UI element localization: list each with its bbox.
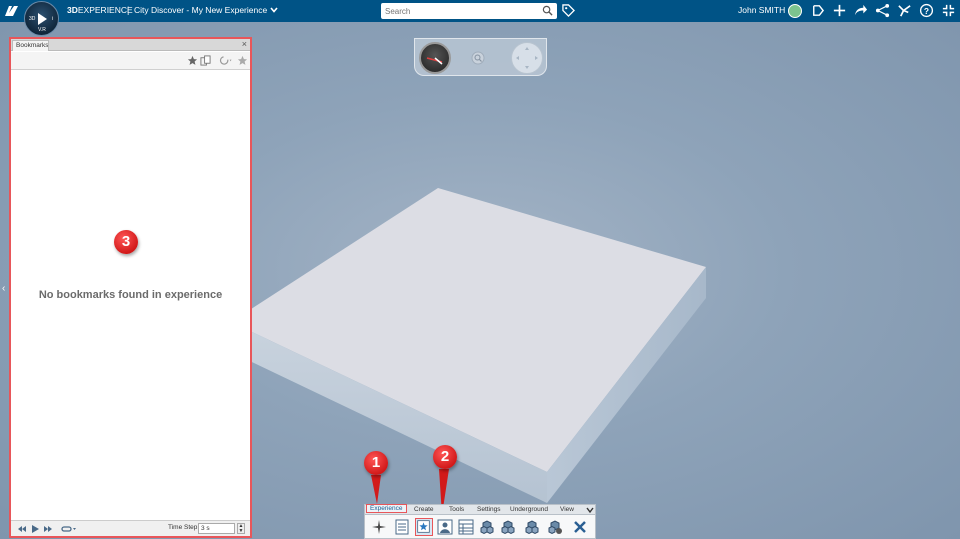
tab-experience[interactable]: Experience — [366, 504, 407, 513]
slab-top-face — [231, 188, 706, 472]
play-button-icon[interactable] — [30, 524, 40, 534]
tab-view[interactable]: View — [560, 506, 574, 513]
time-step-label: Time Step: — [168, 524, 200, 531]
table-tool-icon[interactable] — [457, 518, 475, 536]
search-input[interactable] — [385, 5, 535, 17]
zoom-icon[interactable] — [471, 51, 485, 65]
image-tool-icon[interactable] — [436, 518, 454, 536]
orientation-dial-icon[interactable] — [419, 42, 451, 74]
cubes-settings-tool-icon[interactable] — [546, 518, 564, 536]
network-icon[interactable] — [875, 3, 890, 18]
favorite-icon[interactable] — [237, 55, 248, 66]
compass-version: V.R — [38, 27, 46, 33]
time-step-input[interactable]: 3 s — [198, 523, 235, 534]
cube-tool-icon[interactable] — [478, 518, 496, 536]
cubes-tool-icon[interactable] — [499, 518, 517, 536]
bookmarks-toolbar — [11, 52, 250, 70]
avatar[interactable] — [788, 4, 802, 18]
cubes-alt-tool-icon[interactable] — [523, 518, 541, 536]
callout-1: 1 — [364, 451, 388, 504]
navigation-widget — [414, 38, 547, 76]
top-bar: 3DEXPERIENCE | City Discover - My New Ex… — [0, 0, 960, 22]
fast-forward-icon[interactable] — [43, 524, 53, 534]
brand-label: 3DEXPERIENCE — [67, 5, 133, 15]
chevron-down-icon[interactable] — [269, 7, 278, 13]
tab-settings[interactable]: Settings — [477, 506, 501, 513]
loop-icon[interactable] — [61, 524, 77, 534]
bookmarks-tool-icon[interactable] — [415, 518, 433, 536]
pan-control-icon[interactable] — [511, 42, 543, 74]
search-box[interactable] — [381, 3, 557, 19]
bookmarks-panel: Bookmarks × No bookmarks found in experi… — [9, 37, 252, 538]
tab-underground[interactable]: Underground — [510, 506, 548, 513]
list-tool-icon[interactable] — [393, 518, 411, 536]
compass-3d-label: 3D — [29, 16, 36, 22]
add-icon[interactable] — [832, 3, 847, 18]
play-icon[interactable] — [38, 13, 47, 25]
search-icon[interactable] — [542, 5, 553, 16]
recent-icon[interactable] — [810, 3, 825, 18]
close-icon[interactable]: × — [242, 39, 247, 50]
svg-text:?: ? — [924, 6, 929, 16]
tab-tools[interactable]: Tools — [449, 506, 464, 513]
tab-create[interactable]: Create — [414, 506, 434, 513]
title-separator: | — [127, 5, 130, 15]
empty-state-message: No bookmarks found in experience — [38, 289, 223, 301]
share-icon[interactable] — [853, 3, 868, 18]
panel-tab-strip: Bookmarks × — [11, 39, 250, 51]
close-tool-icon[interactable] — [571, 518, 589, 536]
apps-icon[interactable] — [897, 3, 912, 18]
action-bar-tools — [364, 515, 596, 539]
panel-collapse-icon[interactable]: ‹ — [2, 283, 5, 294]
compass-info-label: i — [52, 16, 54, 22]
callout-1-badge: 1 — [364, 451, 388, 475]
compass-tool-icon[interactable] — [370, 518, 388, 536]
fullscreen-icon[interactable] — [941, 3, 956, 18]
action-bar: Experience Create Tools Settings Undergr… — [364, 504, 596, 539]
tab-bookmarks[interactable]: Bookmarks — [12, 40, 49, 51]
compass-widget[interactable]: 3D i V.R — [24, 1, 59, 36]
dassault-logo-icon[interactable] — [3, 3, 21, 19]
user-name[interactable]: John SMITH — [738, 5, 785, 15]
callout-3-badge: 3 — [114, 230, 138, 254]
time-step-stepper[interactable]: ▲ ▼ — [237, 523, 245, 534]
add-bookmark-icon[interactable] — [187, 55, 198, 66]
app-title[interactable]: City Discover - My New Experience — [134, 5, 278, 15]
refresh-icon[interactable] — [218, 55, 234, 66]
help-icon[interactable]: ? — [919, 3, 934, 18]
action-bar-tabs: Experience Create Tools Settings Undergr… — [364, 504, 596, 515]
rewind-icon[interactable] — [17, 524, 27, 534]
tag-icon[interactable] — [562, 4, 575, 17]
callout-2: 2 — [433, 445, 457, 515]
folder-icon[interactable] — [200, 55, 211, 66]
chevron-down-icon[interactable] — [585, 505, 595, 515]
callout-2-badge: 2 — [433, 445, 457, 469]
playback-footer: Time Step: 3 s ▲ ▼ — [11, 520, 250, 536]
